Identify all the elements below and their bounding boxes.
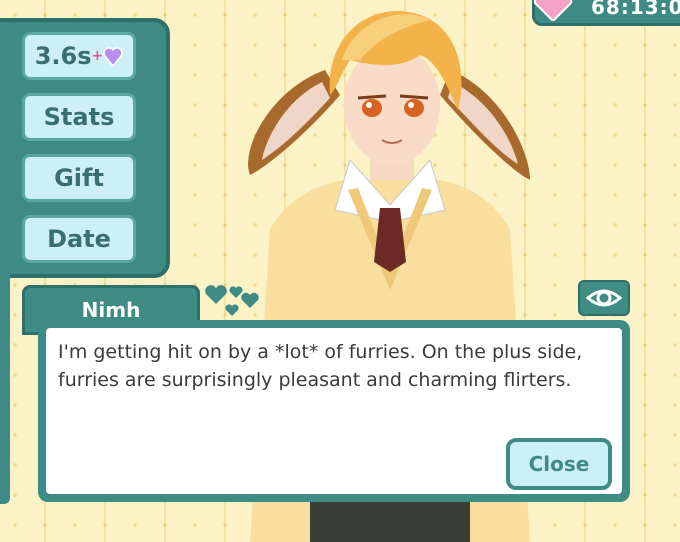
- gift-button[interactable]: Gift: [22, 154, 136, 202]
- cooldown-label: 3.6s: [34, 42, 92, 70]
- dialog-text: I'm getting hit on by a *lot* of furries…: [58, 341, 583, 391]
- timer-text: 68:13:02: [591, 0, 680, 19]
- side-menu-strip: [0, 272, 10, 504]
- decorative-hearts-icon: [205, 285, 259, 316]
- hide-dialog-button[interactable]: [578, 280, 630, 316]
- date-button[interactable]: Date: [22, 215, 136, 263]
- stats-button[interactable]: Stats: [22, 93, 136, 141]
- affection-timer: 68:13:02: [532, 0, 680, 26]
- game-screen: 68:13:02 3.6s+ Stats Gift Date: [0, 0, 680, 542]
- heart-gem-icon: [103, 47, 124, 67]
- eye-icon: [585, 289, 623, 307]
- close-button[interactable]: Close: [506, 438, 612, 490]
- cooldown-plus: +: [91, 48, 104, 64]
- cooldown-button[interactable]: 3.6s+: [22, 32, 136, 80]
